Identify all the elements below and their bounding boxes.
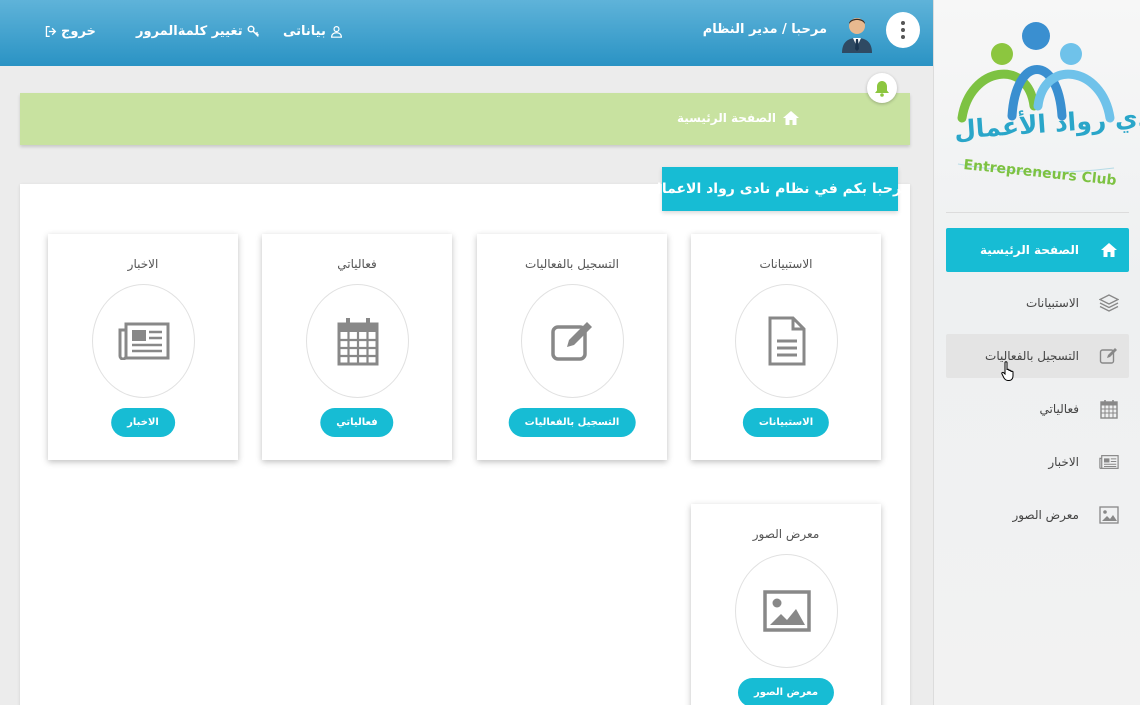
sidebar-item-home[interactable]: الصفحة الرئيسية bbox=[946, 228, 1129, 272]
bell-icon bbox=[875, 80, 889, 97]
logout-icon bbox=[45, 25, 57, 38]
edit-icon bbox=[1099, 346, 1119, 366]
event-registration-button[interactable]: التسجيل بالفعاليات bbox=[508, 408, 636, 437]
sidebar-item-news[interactable]: الاخبار bbox=[946, 440, 1129, 484]
sidebar-item-my-events[interactable]: فعالياتي bbox=[946, 387, 1129, 431]
logout-label: خروج bbox=[61, 24, 96, 39]
sidebar: نادي رواد الأعمال Entrepreneurs Club الص… bbox=[933, 0, 1140, 705]
my-events-button[interactable]: فعالياتي bbox=[320, 408, 394, 437]
sidebar-item-label: الاخبار bbox=[1048, 455, 1079, 469]
card-title: الاخبار bbox=[127, 257, 159, 271]
more-vert-icon bbox=[901, 20, 905, 41]
logout-link[interactable]: خروج bbox=[44, 24, 96, 39]
layers-icon bbox=[1099, 293, 1119, 313]
sidebar-item-label: معرض الصور bbox=[1012, 508, 1079, 522]
news-button[interactable]: الاخبار bbox=[111, 408, 175, 437]
surveys-button[interactable]: الاستبيانات bbox=[742, 408, 830, 437]
sidebar-item-event-registration[interactable]: التسجيل بالفعاليات bbox=[946, 334, 1129, 378]
user-greeting: مرحبا / مدير النظام bbox=[702, 22, 827, 37]
card-title: التسجيل بالفعاليات bbox=[525, 257, 619, 271]
breadcrumb-home-link[interactable]: الصفحة الرئيسية bbox=[677, 110, 800, 126]
sidebar-item-label: الصفحة الرئيسية bbox=[979, 243, 1079, 257]
home-icon bbox=[1099, 240, 1119, 260]
my-data-label: بياناتى bbox=[283, 24, 326, 39]
sidebar-item-label: فعالياتي bbox=[1039, 402, 1079, 416]
card-gallery: معرض الصور معرض الصور bbox=[691, 504, 881, 705]
card-surveys: الاستبيانات الاستبيانات bbox=[691, 234, 881, 460]
image-icon bbox=[1099, 505, 1119, 525]
document-icon bbox=[768, 316, 805, 366]
card-icon-circle bbox=[306, 284, 409, 398]
change-password-label: تغيير كلمةالمرور bbox=[136, 24, 243, 39]
card-news: الاخبار الاخبار bbox=[48, 234, 238, 460]
my-data-link[interactable]: بياناتى bbox=[283, 24, 343, 39]
image-icon bbox=[762, 590, 811, 632]
sidebar-divider bbox=[946, 212, 1129, 213]
notifications-button[interactable] bbox=[867, 73, 897, 103]
newspaper-icon bbox=[118, 322, 169, 360]
card-icon-circle bbox=[521, 284, 624, 398]
calendar-icon bbox=[1099, 399, 1119, 419]
home-icon bbox=[783, 111, 799, 125]
card-event-registration: التسجيل بالفعاليات التسجيل بالفعاليات bbox=[477, 234, 667, 460]
edit-icon bbox=[550, 322, 592, 361]
key-icon bbox=[247, 25, 259, 37]
sidebar-item-label: الاستبيانات bbox=[1025, 296, 1079, 310]
breadcrumb: الصفحة الرئيسية bbox=[20, 93, 910, 145]
card-icon-circle bbox=[735, 284, 838, 398]
top-header: خروج تغيير كلمةالمرور بياناتى مرحبا / مد… bbox=[0, 0, 933, 66]
hand-cursor-icon bbox=[1001, 361, 1014, 381]
card-my-events: فعالياتي فعالياتي bbox=[262, 234, 452, 460]
card-icon-circle bbox=[735, 554, 838, 668]
more-menu-button[interactable] bbox=[886, 12, 920, 48]
calendar-icon bbox=[337, 318, 378, 366]
card-title: فعالياتي bbox=[337, 257, 377, 271]
change-password-link[interactable]: تغيير كلمةالمرور bbox=[136, 24, 260, 39]
card-icon-circle bbox=[92, 284, 195, 398]
welcome-banner: مرحبا بكم في نظام نادى رواد الاعمال bbox=[650, 167, 910, 211]
breadcrumb-home-label: الصفحة الرئيسية bbox=[676, 111, 776, 125]
card-title: الاستبيانات bbox=[759, 257, 813, 271]
sidebar-item-label: التسجيل بالفعاليات bbox=[985, 349, 1079, 363]
sidebar-item-surveys[interactable]: الاستبيانات bbox=[946, 281, 1129, 325]
avatar[interactable] bbox=[840, 13, 874, 53]
newspaper-icon bbox=[1099, 452, 1119, 472]
gallery-button[interactable]: معرض الصور bbox=[737, 678, 835, 705]
user-icon bbox=[330, 26, 342, 38]
card-title: معرض الصور bbox=[752, 527, 820, 541]
sidebar-item-gallery[interactable]: معرض الصور bbox=[946, 493, 1129, 537]
